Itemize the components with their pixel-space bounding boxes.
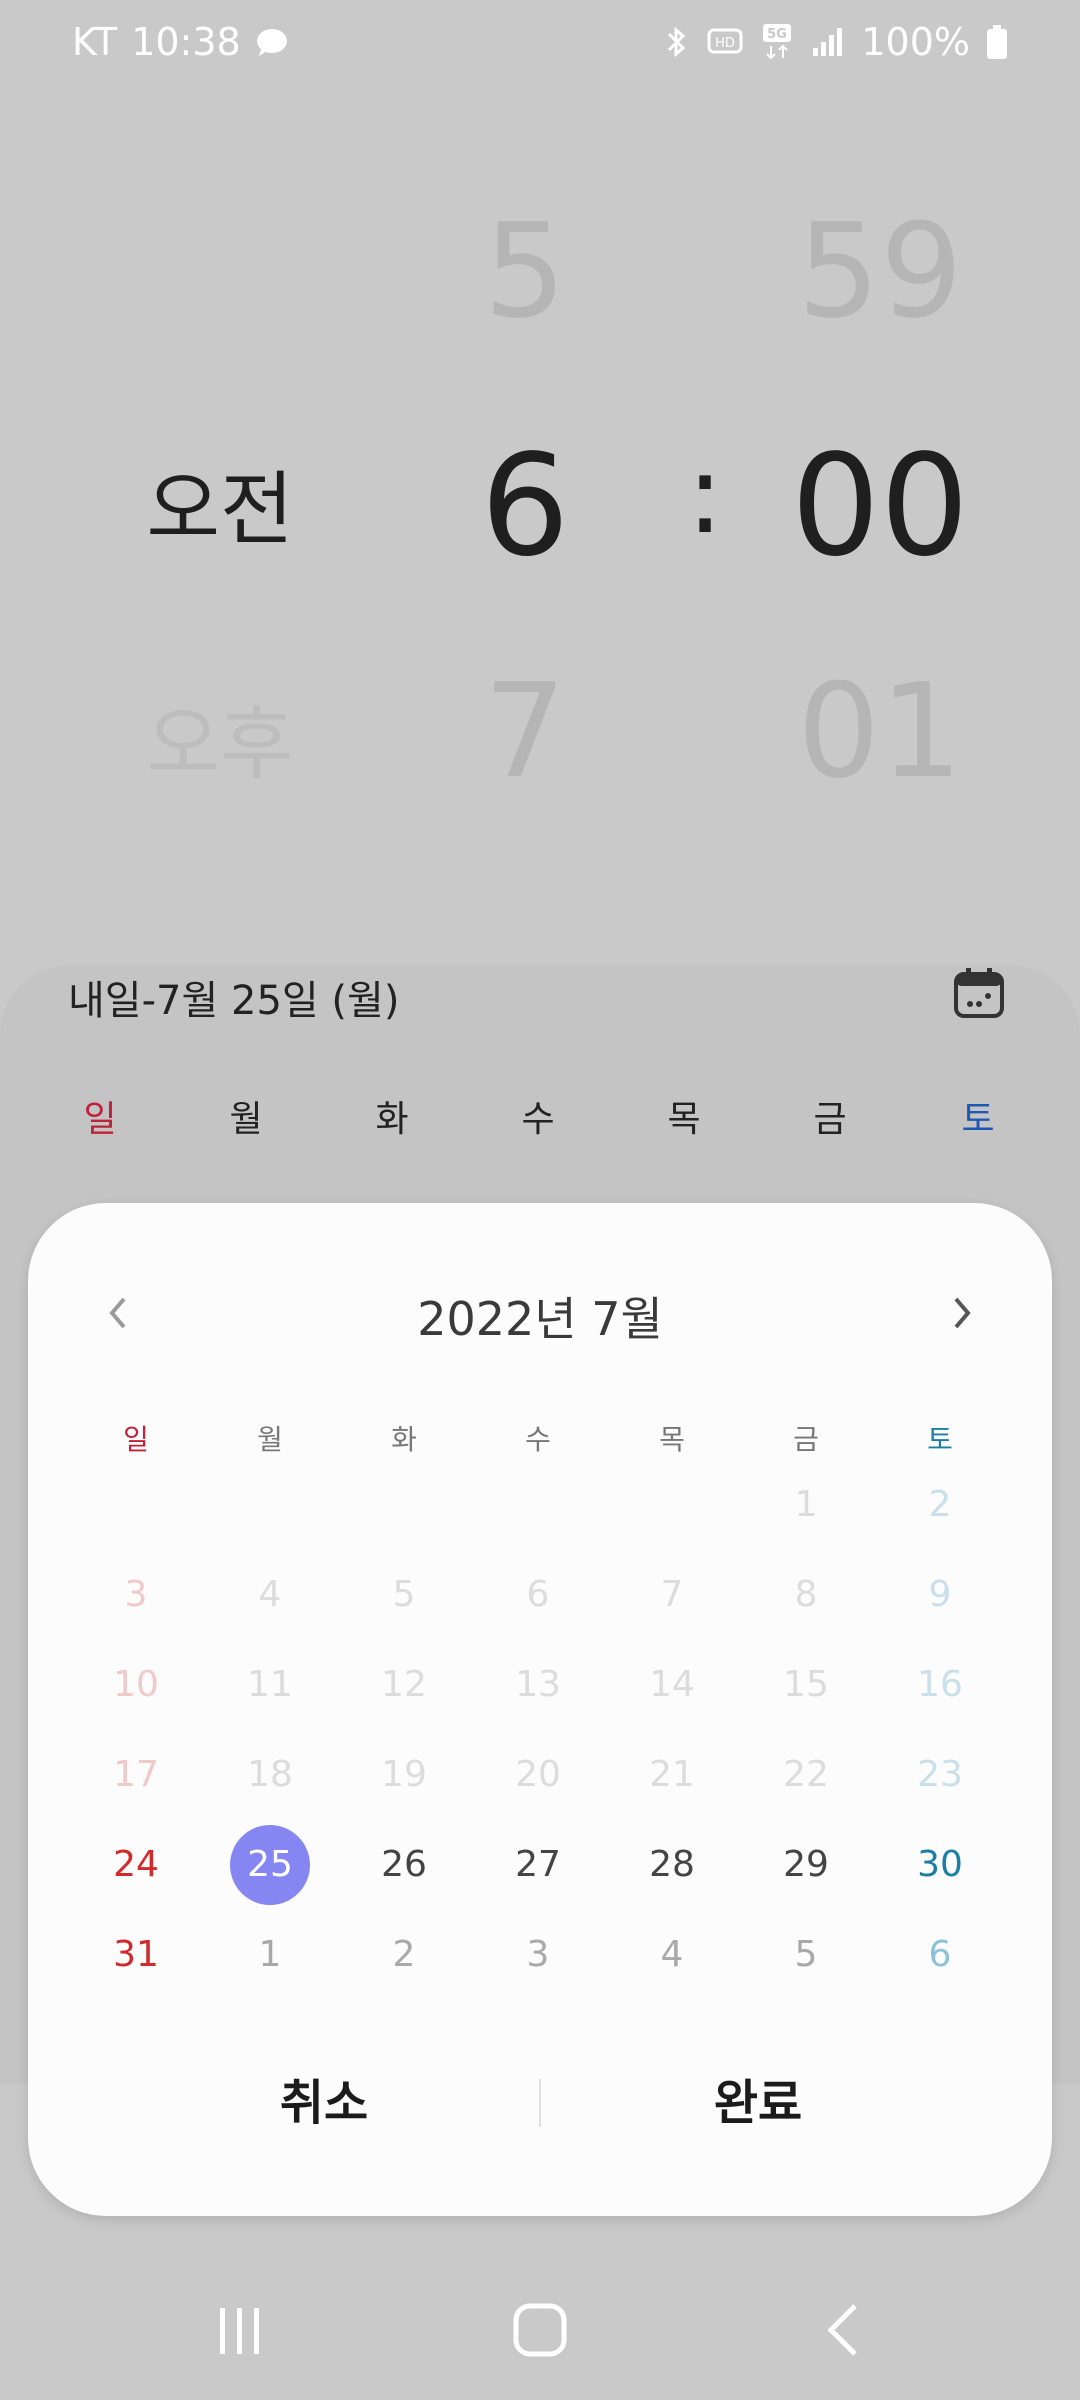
calendar-day[interactable]: 11 xyxy=(203,1645,337,1725)
calendar-day[interactable]: 15 xyxy=(739,1645,873,1725)
ampm-next[interactable]: 오후 xyxy=(140,680,300,796)
dow-sat: 토 xyxy=(927,1423,953,1456)
calendar-day[interactable]: 22 xyxy=(739,1735,873,1815)
calendar-day[interactable]: 5 xyxy=(337,1555,471,1635)
recents-icon xyxy=(220,2308,259,2354)
calendar-day[interactable]: 30 xyxy=(873,1825,1007,1905)
calendar-day[interactable]: 5 xyxy=(739,1915,873,1995)
date-picker-dialog: 2022년 7월 일 월 화 수 목 금 토 1 2 3 4 5 6 7 8 9 10 11 12 13… xyxy=(28,1203,1052,2216)
bluetooth-icon xyxy=(663,24,691,60)
dow-thu: 목 xyxy=(659,1423,685,1456)
weekday-mon[interactable]: 월 xyxy=(196,1090,296,1142)
calendar-day[interactable]: 24 xyxy=(69,1825,203,1905)
hour-next[interactable]: 7 xyxy=(440,655,610,807)
calendar-day[interactable]: 9 xyxy=(873,1555,1007,1635)
cancel-button[interactable]: 취소 xyxy=(114,2053,534,2153)
signal-icon xyxy=(811,26,845,58)
calendar-day[interactable]: 13 xyxy=(471,1645,605,1725)
weekday-fri[interactable]: 금 xyxy=(780,1090,880,1142)
navigation-bar xyxy=(0,2260,1080,2400)
back-icon xyxy=(827,2304,857,2356)
5g-icon: 5G xyxy=(759,22,795,62)
calendar-day[interactable]: 21 xyxy=(605,1735,739,1815)
weekday-sun[interactable]: 일 xyxy=(50,1090,150,1142)
action-divider xyxy=(539,2079,541,2127)
svg-text:5G: 5G xyxy=(768,27,788,42)
dow-wed: 수 xyxy=(525,1423,551,1456)
chevron-right-icon xyxy=(954,1297,971,1329)
minute-next[interactable]: 01 xyxy=(770,655,990,807)
calendar-day[interactable]: 7 xyxy=(605,1555,739,1635)
back-button[interactable] xyxy=(815,2300,875,2364)
calendar-day[interactable]: 12 xyxy=(337,1645,471,1725)
weekday-selector[interactable]: 일 월 화 수 목 금 토 xyxy=(0,1090,1080,1150)
next-month-button[interactable] xyxy=(930,1283,990,1343)
calendar-day[interactable]: 4 xyxy=(605,1915,739,1995)
carrier: KT xyxy=(72,20,118,64)
calendar-day[interactable]: 20 xyxy=(471,1735,605,1815)
weekday-wed[interactable]: 수 xyxy=(488,1090,588,1142)
calendar-day[interactable]: 1 xyxy=(203,1915,337,1995)
clock: 10:38 xyxy=(131,20,241,64)
ampm-selected[interactable]: 오전 xyxy=(140,445,300,561)
weekday-thu[interactable]: 목 xyxy=(634,1090,734,1142)
minute-selected[interactable]: 00 xyxy=(770,425,990,588)
calendar-icon[interactable] xyxy=(952,966,1006,1020)
dow-sun: 일 xyxy=(123,1423,149,1456)
calendar-day[interactable]: 6 xyxy=(873,1915,1007,1995)
dialog-actions: 취소 완료 xyxy=(28,2053,1052,2153)
weekday-sat[interactable]: 토 xyxy=(928,1090,1028,1142)
calendar-day[interactable]: 14 xyxy=(605,1645,739,1725)
calendar-day[interactable]: 10 xyxy=(69,1645,203,1725)
calendar-day[interactable]: 26 xyxy=(337,1825,471,1905)
calendar-day[interactable]: 29 xyxy=(739,1825,873,1905)
done-button[interactable]: 완료 xyxy=(548,2053,968,2153)
calendar-day[interactable]: 27 xyxy=(471,1825,605,1905)
calendar-day[interactable]: 6 xyxy=(471,1555,605,1635)
minute-prev[interactable]: 59 xyxy=(770,195,990,347)
dow-fri: 금 xyxy=(793,1423,819,1456)
month-title[interactable]: 2022년 7월 xyxy=(28,1283,1052,1349)
dow-mon: 월 xyxy=(257,1423,283,1456)
calendar-day[interactable]: 2 xyxy=(873,1465,1007,1545)
time-separator: : xyxy=(686,430,724,558)
calendar-day[interactable]: 25 xyxy=(203,1825,337,1905)
calendar-day[interactable]: 28 xyxy=(605,1825,739,1905)
calendar-day[interactable]: 17 xyxy=(69,1735,203,1815)
calendar-day[interactable]: 3 xyxy=(471,1915,605,1995)
hd-voice-icon: HD xyxy=(707,27,743,57)
chat-bubble-icon xyxy=(255,27,289,57)
battery-percent: 100% xyxy=(861,20,970,64)
calendar-day[interactable]: 16 xyxy=(873,1645,1007,1725)
home-icon xyxy=(513,2303,567,2357)
calendar-day[interactable]: 8 xyxy=(739,1555,873,1635)
hour-selected[interactable]: 6 xyxy=(440,425,610,588)
calendar-day[interactable]: 3 xyxy=(69,1555,203,1635)
battery-icon xyxy=(986,24,1008,60)
home-button[interactable] xyxy=(510,2300,570,2364)
calendar-day[interactable]: 2 xyxy=(337,1915,471,1995)
calendar-day[interactable]: 18 xyxy=(203,1735,337,1815)
alarm-date-text: 내일-7월 25일 (월) xyxy=(68,978,400,1024)
selected-day-indicator[interactable]: 25 xyxy=(230,1825,310,1905)
recent-apps-button[interactable] xyxy=(210,2300,270,2364)
calendar-day[interactable]: 19 xyxy=(337,1735,471,1815)
calendar-day[interactable]: 23 xyxy=(873,1735,1007,1815)
weekday-tue[interactable]: 화 xyxy=(342,1090,442,1142)
hour-prev[interactable]: 5 xyxy=(440,195,610,347)
dow-tue: 화 xyxy=(391,1423,417,1456)
status-bar: KT 10:38 HD 5G 100% xyxy=(0,0,1080,90)
calendar-day[interactable]: 4 xyxy=(203,1555,337,1635)
calendar-day[interactable]: 31 xyxy=(69,1915,203,1995)
svg-text:HD: HD xyxy=(715,36,735,51)
calendar-day[interactable]: 1 xyxy=(739,1465,873,1545)
